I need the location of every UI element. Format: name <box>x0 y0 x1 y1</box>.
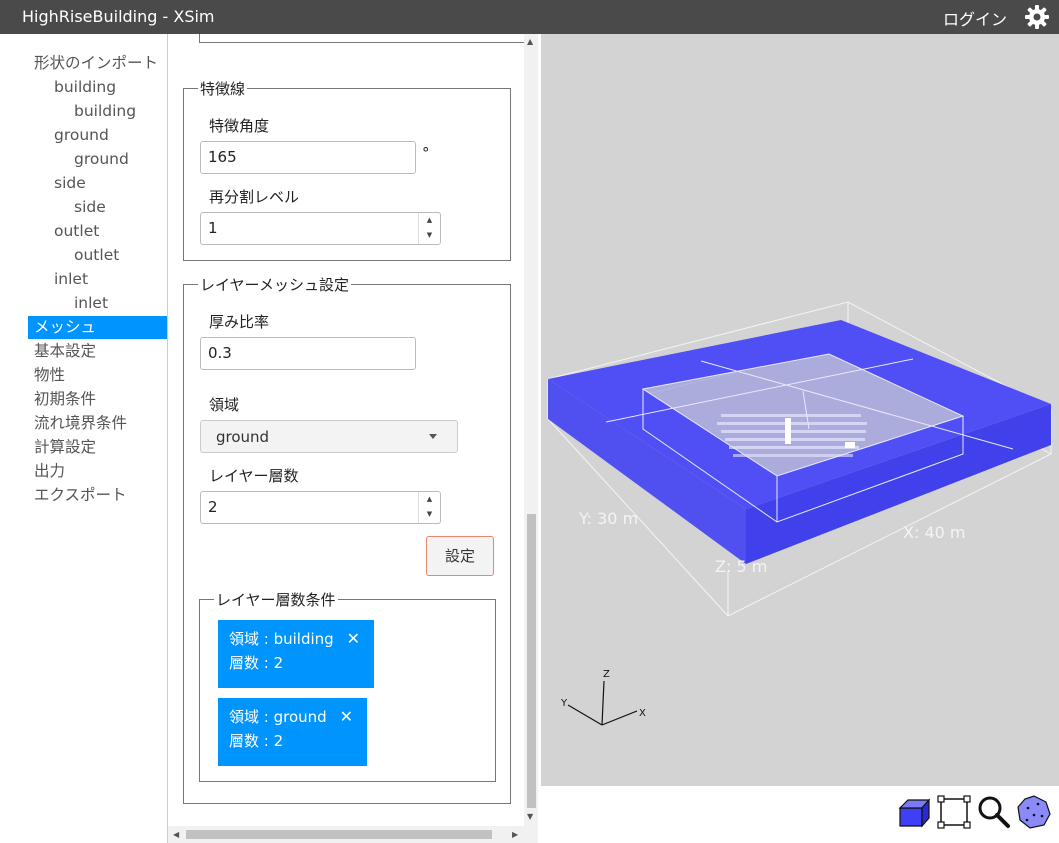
close-icon[interactable]: ✕ <box>347 627 360 651</box>
settings-panel: 特徴線 特徴角度 165 ° 再分割レベル 1 ▲ ▼ レイヤーメッシュ設定 厚み… <box>168 34 524 826</box>
gear-icon[interactable] <box>1023 3 1051 31</box>
region-label: 領域 <box>209 396 240 414</box>
nav-item[interactable]: inlet <box>74 292 108 315</box>
nav-item[interactable]: 流れ境界条件 <box>34 412 127 435</box>
login-link[interactable]: ログイン <box>943 6 1007 30</box>
nav-item[interactable]: 計算設定 <box>34 436 96 459</box>
rotate-view-icon[interactable] <box>1016 794 1052 830</box>
feature-angle-label: 特徴角度 <box>209 117 270 135</box>
nav-item[interactable]: 基本設定 <box>34 340 96 363</box>
fit-view-icon[interactable] <box>936 794 972 830</box>
scroll-left-icon[interactable]: ◀ <box>173 830 179 839</box>
condition-count-text: 層数 : 2 <box>229 654 284 672</box>
condition-count-text: 層数 : 2 <box>229 732 284 750</box>
panel-horizontal-scrollbar[interactable]: ◀ ▶ <box>168 826 524 843</box>
refine-level-input[interactable]: 1 <box>200 212 441 245</box>
axis-triad <box>567 680 638 726</box>
title-bar: HighRiseBuilding - XSim ログイン <box>0 0 1059 34</box>
thickness-ratio-input[interactable]: 0.3 <box>200 337 416 370</box>
set-button[interactable]: 設定 <box>426 536 494 576</box>
condition-chip-ground: 領域 : ground 層数 : 2 ✕ <box>218 698 367 766</box>
layer-count-stepper[interactable]: ▲ ▼ <box>418 492 440 523</box>
viewer-toolbar <box>541 786 1059 843</box>
nav-item[interactable]: 形状のインポート <box>34 52 158 75</box>
y-dimension-label: Y: 30 m <box>578 509 638 528</box>
layer-count-input[interactable]: 2 <box>200 491 441 524</box>
refine-level-stepper[interactable]: ▲ ▼ <box>418 213 440 244</box>
degree-unit: ° <box>422 144 430 162</box>
scroll-up-icon[interactable]: ▲ <box>527 37 533 46</box>
stepper-down-icon[interactable]: ▼ <box>419 507 440 522</box>
nav-item[interactable]: outlet <box>74 244 119 267</box>
window-title: HighRiseBuilding - XSim <box>22 7 215 26</box>
horizontal-scroll-thumb[interactable] <box>186 830 492 839</box>
3d-scene[interactable]: Y: 30 m X: 40 m Z: 5 m Z Y X <box>541 34 1059 786</box>
solid-view-icon[interactable] <box>896 794 932 830</box>
nav-item[interactable]: side <box>74 196 106 219</box>
settings-nav: 形状のインポート building building ground ground side… <box>0 34 168 843</box>
condition-chip-building: 領域 : building 層数 : 2 ✕ <box>218 620 374 688</box>
feature-angle-input[interactable]: 165 <box>200 141 416 174</box>
scrollbar-corner <box>524 826 538 843</box>
stepper-up-icon[interactable]: ▲ <box>419 213 440 228</box>
axis-y-label: Y <box>560 698 568 709</box>
x-dimension-label: X: 40 m <box>903 523 965 542</box>
thickness-ratio-label: 厚み比率 <box>209 313 270 331</box>
condition-region-text: 領域 : ground <box>229 708 327 726</box>
condition-region-text: 領域 : building <box>229 630 334 648</box>
refine-level-label: 再分割レベル <box>209 188 300 206</box>
layer-count-label: レイヤー層数 <box>209 467 299 485</box>
region-select[interactable]: ground <box>200 420 458 453</box>
zoom-icon[interactable] <box>976 794 1012 830</box>
z-dimension-label: Z: 5 m <box>715 557 767 576</box>
previous-section-box <box>199 34 524 43</box>
region-select-value: ground <box>216 428 270 446</box>
stepper-down-icon[interactable]: ▼ <box>419 228 440 243</box>
nav-item[interactable]: エクスポート <box>34 484 127 507</box>
close-icon[interactable]: ✕ <box>340 705 353 729</box>
vertical-scroll-thumb[interactable] <box>527 514 536 808</box>
nav-item[interactable]: 物性 <box>34 364 65 387</box>
scroll-right-icon[interactable]: ▶ <box>512 830 518 839</box>
axis-x-label: X <box>639 708 646 719</box>
nav-item[interactable]: 初期条件 <box>34 388 96 411</box>
nav-item[interactable]: building <box>54 76 116 99</box>
scroll-down-icon[interactable]: ▼ <box>527 812 533 821</box>
panel-vertical-scrollbar[interactable]: ▲ ▼ <box>524 34 538 826</box>
layer-conditions-legend: レイヤー層数条件 <box>216 591 336 609</box>
layer-mesh-legend: レイヤーメッシュ設定 <box>200 276 349 294</box>
nav-item[interactable]: building <box>74 100 136 123</box>
stepper-up-icon[interactable]: ▲ <box>419 492 440 507</box>
nav-item[interactable]: inlet <box>54 268 88 291</box>
nav-item[interactable]: 出力 <box>34 460 65 483</box>
app-window: HighRiseBuilding - XSim ログイン 形状のインポート bui… <box>0 0 1059 843</box>
nav-item[interactable]: ground <box>54 124 109 147</box>
nav-item[interactable]: side <box>54 172 86 195</box>
nav-item[interactable]: outlet <box>54 220 99 243</box>
nav-item[interactable]: ground <box>74 148 129 171</box>
axis-z-label: Z <box>603 669 610 680</box>
chevron-down-icon <box>429 434 437 439</box>
feature-line-legend: 特徴線 <box>200 80 246 98</box>
3d-viewer[interactable]: Y: 30 m X: 40 m Z: 5 m Z Y X <box>541 34 1059 786</box>
nav-item[interactable]: メッシュ <box>28 316 167 339</box>
